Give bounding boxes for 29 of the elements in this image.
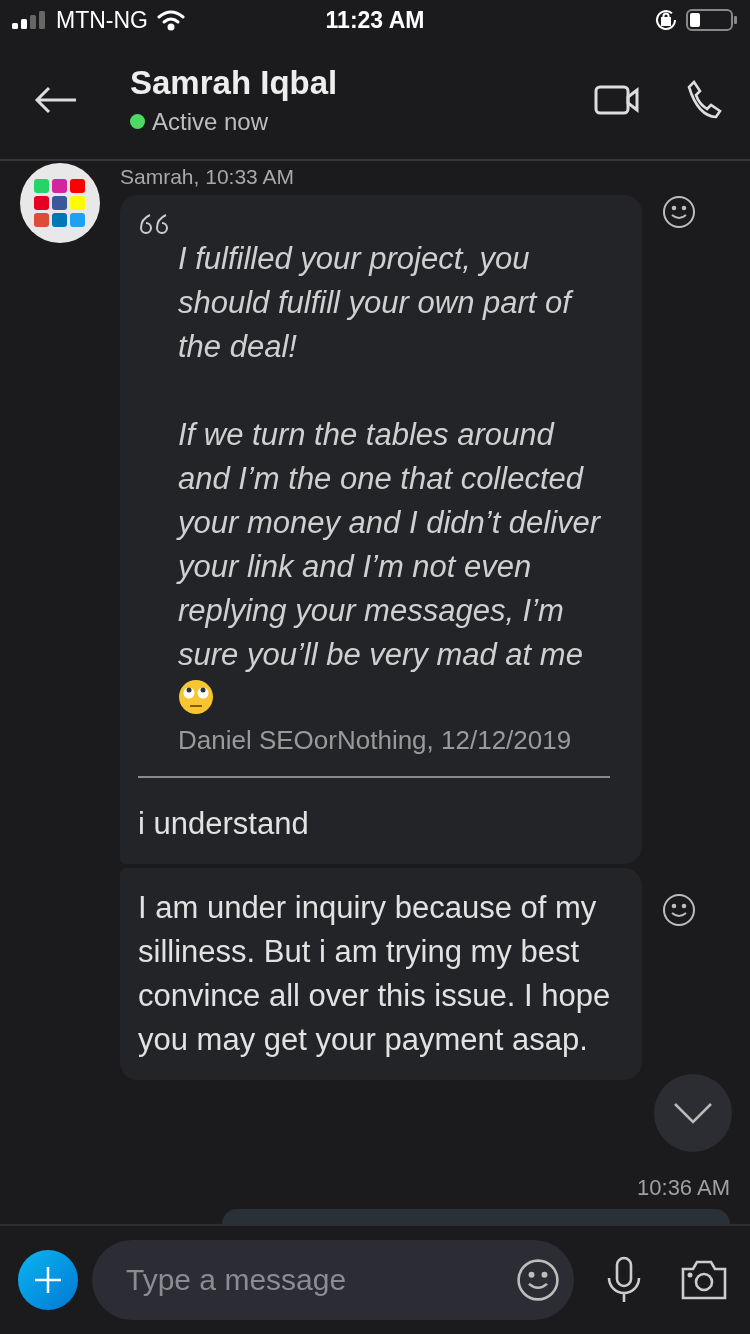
chevron-down-icon: [673, 1102, 713, 1124]
message-input[interactable]: Type a message: [124, 1262, 516, 1298]
back-button[interactable]: [34, 85, 78, 114]
quoted-text: I fulfilled your project, you should fulfill your own part of the deal!: [178, 237, 612, 369]
video-call-button[interactable]: [594, 83, 640, 116]
message-text: I am under inquiry because of my silliness. But i am trying my best convince all over this issue. I hope you may get your payment asap.: [138, 889, 612, 1059]
message-text: i understand: [138, 805, 310, 843]
reaction-icon[interactable]: [662, 893, 696, 927]
eye-roll-emoji-icon: [178, 679, 214, 715]
camera-button[interactable]: [680, 1259, 728, 1301]
presence-status: Active now: [152, 107, 269, 136]
emoji-icon[interactable]: [516, 1258, 560, 1302]
add-button[interactable]: [18, 1250, 78, 1310]
quoted-text: If we turn the tables around and I’m the one that collected your money and I didn’t deliver your link and I’m not even replying your messages, I’m sure you’ll be very mad at me: [178, 413, 612, 721]
message-field[interactable]: Type a message: [92, 1240, 574, 1320]
clock-time: 11:23 AM: [325, 6, 425, 34]
quote-attribution: Daniel SEOorNothing, 12/12/2019: [178, 725, 573, 756]
call-button[interactable]: [686, 79, 722, 120]
sender-time: Samrah, 10:33 AM: [120, 165, 295, 189]
rotation-lock-icon: [654, 8, 678, 32]
quote-icon: [138, 213, 170, 237]
reaction-icon[interactable]: [662, 195, 696, 229]
wifi-icon: [156, 9, 186, 31]
signal-icon: [12, 11, 48, 29]
carrier-name: MTN-NG: [56, 6, 148, 34]
plus-icon: [33, 1265, 63, 1295]
contact-name: Samrah Iqbal: [130, 63, 339, 102]
battery-icon: [686, 8, 738, 32]
message-time: 10:36 AM: [637, 1175, 730, 1201]
